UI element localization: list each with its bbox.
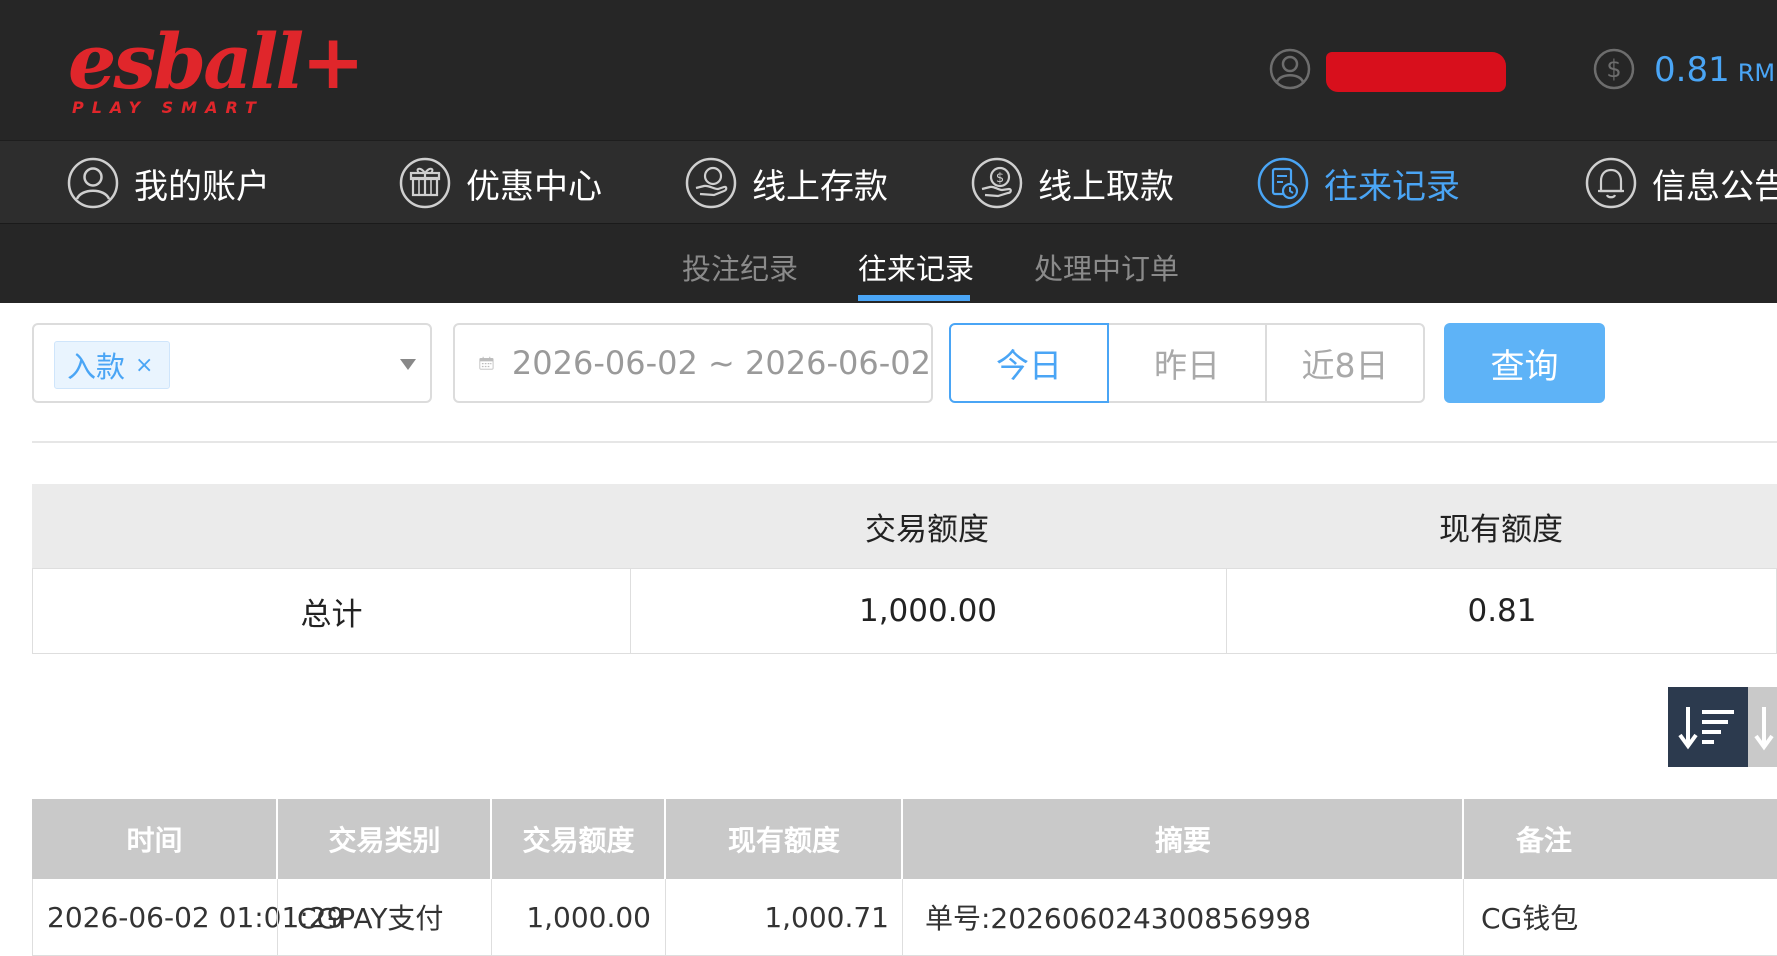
query-button[interactable]: 查询 xyxy=(1444,323,1605,403)
section-divider xyxy=(32,441,1777,443)
selected-type-tag: 入款 × xyxy=(54,341,171,389)
col-header-balance: 现有额度 xyxy=(727,824,840,857)
nav-online-deposit[interactable]: 线上存款 xyxy=(684,155,888,211)
balance-display: 0.81RMB xyxy=(1654,48,1777,95)
balance-currency: RMB xyxy=(1737,59,1777,87)
col-header-time: 时间 xyxy=(126,824,183,857)
nav-promotions[interactable]: 优惠中心 xyxy=(398,155,602,211)
transaction-type-select[interactable]: 入款 × xyxy=(32,323,432,403)
records-header-row: 时间 交易类别 交易额度 现有额度 摘要 备注 xyxy=(32,799,1777,879)
cell-summary: 单号:202606024300856998 xyxy=(925,902,1312,935)
summary-total-amount: 1,000.00 xyxy=(858,593,998,629)
logo-wordmark: esball+ xyxy=(68,17,365,106)
dollar-icon: $ xyxy=(1593,48,1635,90)
date-range-value: 2026-06-02 ~ 2026-06-02 xyxy=(511,344,931,382)
tag-label: 入款 xyxy=(67,350,126,384)
range-yesterday-button[interactable]: 昨日 xyxy=(1107,323,1267,403)
logo-tagline: PLAY SMART xyxy=(72,98,264,117)
bell-icon xyxy=(1585,157,1637,209)
subtab-pending-orders[interactable]: 处理中订单 xyxy=(1034,246,1179,288)
summary-header-balance: 现有额度 xyxy=(1439,511,1563,548)
sub-nav: 投注纪录 往来记录 处理中订单 xyxy=(0,224,1777,303)
cell-amount: 1,000.00 xyxy=(526,900,651,934)
column-divider xyxy=(1463,879,1464,956)
dropdown-arrow-icon[interactable] xyxy=(400,359,416,370)
summary-header-amount: 交易额度 xyxy=(865,511,989,548)
col-header-amount: 交易额度 xyxy=(522,824,635,857)
nav-label: 信息公告 xyxy=(1652,166,1777,207)
subtab-bet-records[interactable]: 投注纪录 xyxy=(682,246,798,288)
calendar-icon xyxy=(479,356,494,370)
nav-announcements[interactable]: 信息公告 xyxy=(1584,155,1777,211)
summary-header-blank xyxy=(32,484,629,568)
subtab-transaction-records[interactable]: 往来记录 xyxy=(858,246,974,288)
nav-label: 优惠中心 xyxy=(466,166,602,207)
cell-note: CG钱包 xyxy=(1481,902,1579,935)
date-range-picker[interactable]: 2026-06-02 ~ 2026-06-02 xyxy=(453,323,933,403)
nav-label: 往来记录 xyxy=(1324,166,1460,207)
gift-icon xyxy=(399,157,451,209)
user-avatar-icon[interactable] xyxy=(1268,47,1312,91)
summary-total-row: 总计 1,000.00 0.81 xyxy=(32,568,1777,654)
svg-text:$: $ xyxy=(996,171,1004,186)
col-header-summary: 摘要 xyxy=(1154,824,1211,857)
range-today-button[interactable]: 今日 xyxy=(949,323,1109,403)
nav-online-withdraw[interactable]: $ 线上取款 xyxy=(970,155,1174,211)
col-header-note: 备注 xyxy=(1516,824,1573,857)
nav-label: 线上取款 xyxy=(1038,166,1174,207)
summary-current-balance: 0.81 xyxy=(1467,593,1537,629)
balance-amount: 0.81 xyxy=(1654,50,1730,90)
records-icon xyxy=(1257,157,1309,209)
cell-time: 2026-06-02 01:01:29 xyxy=(47,900,345,934)
col-header-type: 交易类别 xyxy=(328,824,441,857)
sort-descending-button[interactable] xyxy=(1668,687,1748,767)
nav-transaction-records[interactable]: 往来记录 xyxy=(1256,155,1460,211)
column-divider xyxy=(665,879,666,956)
sort-ascending-icon xyxy=(1754,707,1774,751)
esball-logo[interactable]: esball+ PLAY SMART xyxy=(68,17,365,118)
table-row: 2026-06-02 01:01:29 CGPAY支付 1,000.00 1,0… xyxy=(32,879,1777,956)
active-tab-indicator xyxy=(858,295,970,301)
withdraw-icon: $ xyxy=(971,157,1023,209)
redaction-mark xyxy=(1326,52,1506,92)
sort-ascending-button[interactable] xyxy=(1748,687,1777,767)
nav-label: 我的账户 xyxy=(134,166,270,207)
nav-my-account[interactable]: 我的账户 xyxy=(66,155,270,211)
range-last8days-button[interactable]: 近8日 xyxy=(1265,323,1425,403)
username-redacted xyxy=(1326,52,1506,92)
sort-descending-icon xyxy=(1678,707,1734,750)
user-circle-icon xyxy=(67,157,119,209)
top-header: esball+ PLAY SMART $ 0.81RMB xyxy=(0,0,1777,140)
main-nav: 我的账户 优惠中心 线上存款 $ 线上取款 往来记录 信息公告 xyxy=(0,140,1777,224)
cell-type: CGPAY支付 xyxy=(297,902,444,935)
column-divider xyxy=(902,879,903,956)
tag-close-icon[interactable]: × xyxy=(135,353,153,378)
summary-header-row: 交易额度 现有额度 xyxy=(32,484,1777,568)
column-divider xyxy=(491,879,492,956)
summary-total-label: 总计 xyxy=(300,596,363,633)
cell-balance: 1,000.71 xyxy=(764,900,889,934)
column-divider xyxy=(277,879,278,956)
nav-label: 线上存款 xyxy=(752,166,888,207)
svg-text:$: $ xyxy=(1606,55,1621,83)
deposit-icon xyxy=(685,157,737,209)
